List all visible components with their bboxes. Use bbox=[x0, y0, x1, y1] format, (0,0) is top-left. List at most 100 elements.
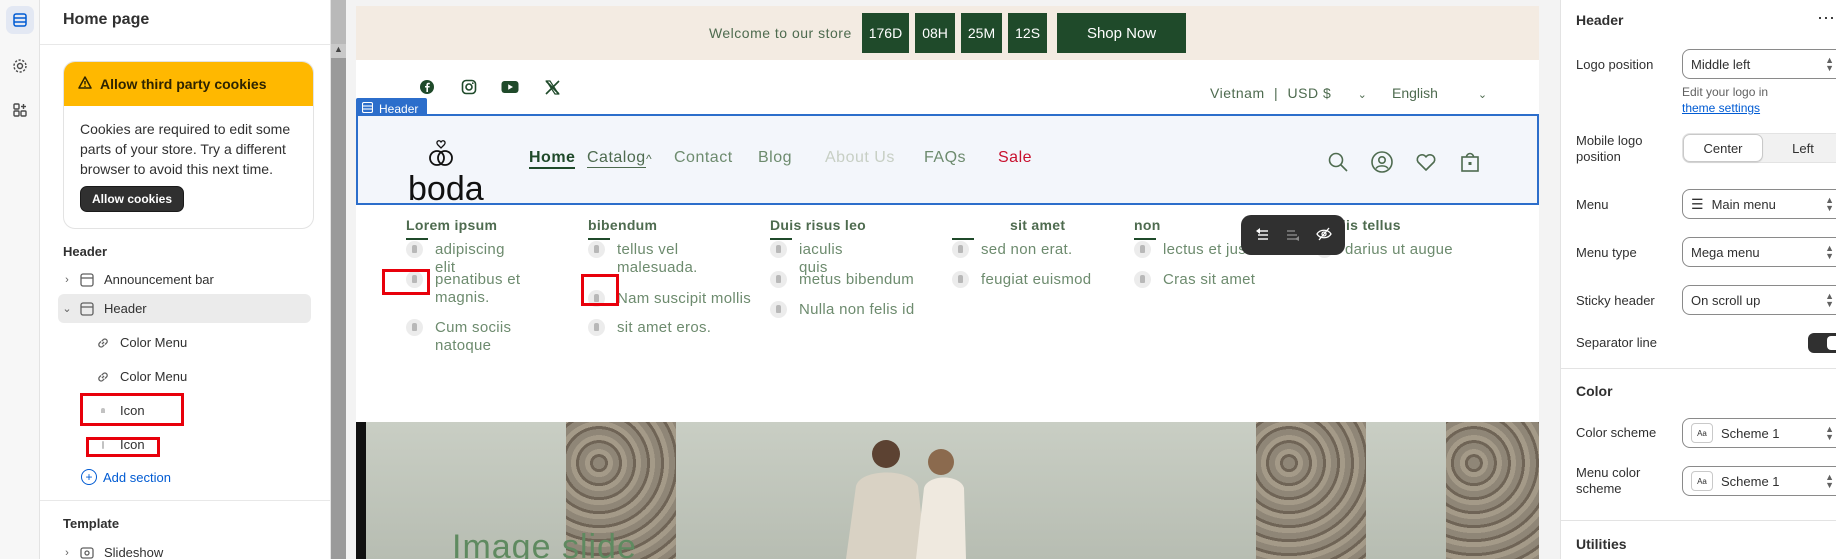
color-scheme-select[interactable]: Aa Scheme 1 ▲ ▼ bbox=[1682, 418, 1836, 448]
chevron-up-icon: ^ bbox=[646, 152, 653, 166]
more-options-icon[interactable]: ⋯ bbox=[1817, 8, 1836, 29]
mega-menu: Lorem ipsum adipiscing elit penatibus et… bbox=[356, 205, 1539, 430]
site-header[interactable]: boda Home Catalog ^ Contact Blog About U… bbox=[356, 114, 1539, 208]
template-group-label: Template bbox=[63, 516, 120, 531]
color-scheme-swatch-icon: Aa bbox=[1691, 423, 1713, 443]
shop-now-button[interactable]: Shop Now bbox=[1057, 13, 1187, 53]
logo-position-select[interactable]: Middle left ▲ ▼ bbox=[1682, 49, 1836, 79]
tree-item-slideshow[interactable]: › Slideshow bbox=[58, 538, 311, 559]
tree-item-announcement-bar[interactable]: › Announcement bar bbox=[58, 265, 311, 294]
settings-title: Header bbox=[1576, 12, 1624, 28]
move-right-icon[interactable] bbox=[1285, 227, 1301, 244]
mega-menu-item[interactable]: metus bibendum bbox=[799, 271, 929, 289]
scroll-up-arrow-icon[interactable]: ▲ bbox=[331, 44, 346, 58]
add-section-label: Add section bbox=[103, 469, 171, 485]
divider bbox=[40, 500, 330, 501]
chevron-right-icon[interactable]: › bbox=[58, 547, 76, 559]
highlight-box bbox=[86, 437, 160, 457]
mega-column-heading[interactable]: non bbox=[1134, 217, 1161, 233]
utilities-heading: Utilities bbox=[1576, 536, 1627, 552]
plus-icon: + bbox=[81, 469, 97, 485]
logo-position-label: Logo position bbox=[1576, 57, 1654, 72]
facebook-icon[interactable] bbox=[418, 78, 436, 96]
search-icon[interactable] bbox=[1326, 150, 1350, 174]
mega-menu-item[interactable]: tellus vel malesuada. bbox=[617, 241, 727, 277]
bell-icon bbox=[406, 319, 423, 336]
mega-menu-item[interactable]: Nam suscipit mollis bbox=[617, 290, 767, 308]
mobile-logo-position-segmented: Center Left bbox=[1682, 133, 1836, 163]
theme-settings-link[interactable]: theme settings bbox=[1682, 100, 1768, 116]
mega-menu-item[interactable]: darius ut augue bbox=[1345, 241, 1475, 259]
color-scheme-value: Scheme 1 bbox=[1721, 425, 1780, 441]
sections-icon[interactable] bbox=[6, 6, 34, 34]
bell-icon bbox=[1134, 241, 1151, 258]
mega-menu-item[interactable]: Cras sit amet bbox=[1163, 271, 1293, 289]
move-left-icon[interactable] bbox=[1254, 227, 1270, 244]
stone-pillar bbox=[1446, 422, 1539, 559]
mega-menu-item[interactable]: penatibus et magnis. bbox=[435, 271, 545, 307]
panel-scrollbar-thumb[interactable] bbox=[331, 44, 346, 559]
settings-icon[interactable] bbox=[6, 52, 34, 80]
nav-faqs[interactable]: FAQs bbox=[924, 149, 966, 167]
apps-icon[interactable] bbox=[6, 96, 34, 124]
menu-select[interactable]: ☰ Main menu ▲ ▼ bbox=[1682, 189, 1836, 219]
mobile-logo-left-option[interactable]: Left bbox=[1763, 134, 1836, 162]
bell-icon bbox=[770, 301, 787, 318]
mega-menu-item[interactable]: Nulla non felis id bbox=[799, 301, 939, 319]
tree-item-color-menu-2[interactable]: Color Menu bbox=[92, 362, 311, 391]
tree-item-label: Announcement bar bbox=[104, 272, 214, 287]
bell-icon bbox=[952, 271, 969, 288]
heading-underline bbox=[406, 238, 428, 240]
menu-type-select[interactable]: Mega menu ▲ ▼ bbox=[1682, 237, 1836, 267]
mega-column-heading[interactable]: Duis risus leo bbox=[770, 217, 866, 233]
country-currency-selector[interactable]: Vietnam | USD $ ⌄ bbox=[1210, 85, 1367, 101]
tree-item-header[interactable]: ⌄ Header bbox=[58, 294, 311, 323]
menu-type-value: Mega menu bbox=[1691, 244, 1760, 260]
store-logo[interactable]: boda bbox=[408, 138, 492, 211]
cart-bag-icon[interactable] bbox=[1458, 150, 1482, 174]
highlight-box bbox=[382, 269, 430, 295]
nav-sale[interactable]: Sale bbox=[998, 149, 1032, 167]
mega-menu-item[interactable]: sed non erat. bbox=[981, 241, 1111, 259]
mobile-logo-position-label: Mobile logo position bbox=[1576, 133, 1643, 164]
mega-column-heading[interactable]: sit amet bbox=[1010, 217, 1065, 233]
nav-contact[interactable]: Contact bbox=[674, 149, 733, 167]
sticky-header-select[interactable]: On scroll up ▲ ▼ bbox=[1682, 285, 1836, 315]
nav-blog[interactable]: Blog bbox=[758, 149, 792, 167]
chevron-right-icon[interactable]: › bbox=[58, 274, 76, 286]
add-section-button[interactable]: + Add section bbox=[81, 469, 171, 485]
menu-value: Main menu bbox=[1711, 196, 1776, 212]
nav-about-us[interactable]: About Us bbox=[825, 149, 895, 167]
mega-column-heading[interactable]: Lorem ipsum bbox=[406, 217, 497, 233]
mobile-logo-center-option[interactable]: Center bbox=[1683, 134, 1763, 162]
instagram-icon[interactable] bbox=[460, 78, 478, 96]
divider bbox=[40, 44, 330, 45]
allow-cookies-button[interactable]: Allow cookies bbox=[80, 186, 184, 212]
account-icon[interactable] bbox=[1370, 150, 1394, 174]
hero-heading: Image slide bbox=[452, 528, 637, 559]
menu-lines-icon: ☰ bbox=[1691, 195, 1704, 212]
chevron-down-icon[interactable]: ⌄ bbox=[58, 302, 76, 315]
bell-icon bbox=[770, 271, 787, 288]
tree-item-color-menu-1[interactable]: Color Menu bbox=[92, 328, 311, 357]
color-scheme-swatch-icon: Aa bbox=[1691, 471, 1713, 491]
youtube-icon[interactable] bbox=[501, 78, 519, 96]
nav-catalog[interactable]: Catalog bbox=[587, 149, 646, 168]
x-twitter-icon[interactable] bbox=[543, 78, 561, 96]
mega-menu-item[interactable]: feugiat euismod bbox=[981, 271, 1111, 289]
tree-item-label: Slideshow bbox=[104, 545, 164, 559]
separator-line-toggle[interactable] bbox=[1808, 333, 1836, 353]
nav-catalog-label: Catalog bbox=[587, 149, 646, 166]
mega-column-heading[interactable]: bibendum bbox=[588, 217, 657, 233]
header-group-label: Header bbox=[63, 244, 108, 259]
page-title: Home page bbox=[63, 11, 150, 28]
separator: | bbox=[1274, 85, 1279, 101]
menu-color-scheme-select[interactable]: Aa Scheme 1 ▲ ▼ bbox=[1682, 466, 1836, 496]
hide-eye-icon[interactable] bbox=[1315, 227, 1332, 244]
chevron-down-icon: ⌄ bbox=[1357, 89, 1368, 101]
wishlist-heart-icon[interactable] bbox=[1414, 150, 1438, 174]
mega-menu-item[interactable]: sit amet eros. bbox=[617, 319, 747, 337]
mega-menu-item[interactable]: Cum sociis natoque bbox=[435, 319, 545, 355]
language-selector[interactable]: English ⌄ bbox=[1392, 85, 1487, 101]
nav-home[interactable]: Home bbox=[529, 149, 576, 169]
